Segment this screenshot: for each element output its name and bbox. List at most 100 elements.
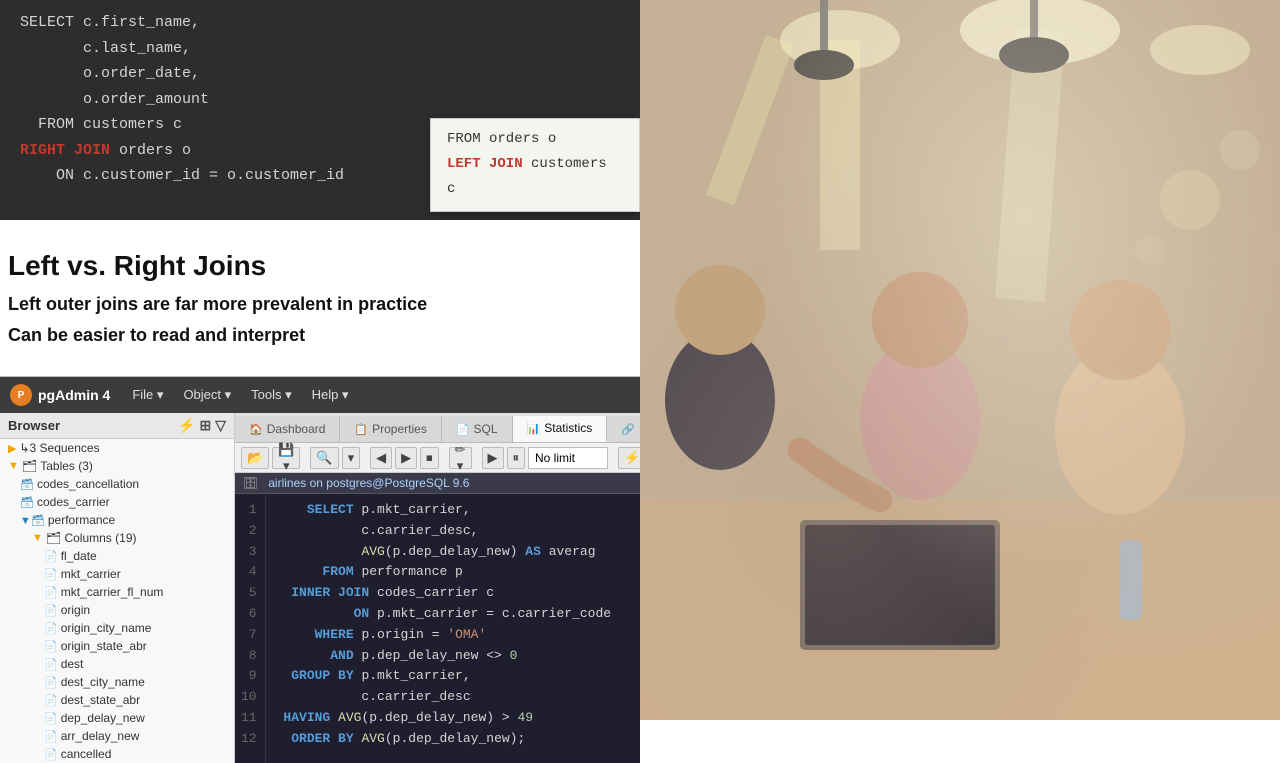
tree-col-cancelled[interactable]: 📄 cancelled — [0, 745, 234, 763]
ln-2: 2 — [241, 521, 257, 542]
text-section: Left vs. Right Joins Left outer joins ar… — [0, 220, 640, 376]
query-tabbar: 🗄 airlines on postgres@PostgreSQL 9.6 — [235, 473, 640, 494]
tree-col-dep_delay_new[interactable]: 📄 dep_delay_new — [0, 709, 234, 727]
tab-dashboard[interactable]: 🏠 Dashboard — [235, 416, 340, 442]
col-icon-7: 📄 — [44, 658, 58, 671]
col-icon-3: 📄 — [44, 586, 58, 599]
browser-panel: Browser ⚡ ⊞ ▽ ▶ ↳3 Sequences ▼ 🗂 Tables … — [0, 413, 235, 763]
menu-tools[interactable]: Tools ▾ — [243, 383, 300, 407]
section-line2: Can be easier to read and interpret — [8, 325, 620, 346]
tree-col-dep_delay_new-label: dep_delay_new — [61, 711, 145, 725]
forward-btn[interactable]: ▶ — [395, 447, 417, 469]
filter-btn[interactable]: ▾ — [342, 447, 361, 469]
tree-col-fl_date[interactable]: 📄 fl_date — [0, 547, 234, 565]
tree-codes-cancellation[interactable]: 🗃 codes_cancellation — [0, 475, 234, 493]
tree-sequences-label: ↳3 Sequences — [19, 441, 99, 455]
dashboard-icon: 🏠 — [249, 423, 263, 436]
menu-file[interactable]: File ▾ — [124, 383, 171, 407]
no-limit-input[interactable] — [528, 447, 608, 469]
run2-btn[interactable]: ⏸ — [507, 447, 526, 469]
code-editor[interactable]: 1 2 3 4 5 6 7 8 9 10 11 12 SELECT p.mkt_… — [235, 494, 640, 763]
tree-codes-carrier[interactable]: 🗃 codes_carrier — [0, 493, 234, 511]
browser-icons: ⚡ ⊞ ▽ — [178, 417, 226, 434]
tree-performance[interactable]: ▼🗃 performance — [0, 511, 234, 529]
lightning-btn[interactable]: ⚡ — [618, 447, 640, 469]
browser-tree: ▶ ↳3 Sequences ▼ 🗂 Tables (3) 🗃 codes_ca… — [0, 439, 234, 763]
tab-sql[interactable]: 📄 SQL — [442, 416, 513, 442]
tab-statistics[interactable]: 📊 Statistics — [513, 416, 608, 442]
code-content[interactable]: SELECT p.mkt_carrier, c.carrier_desc, AV… — [266, 494, 640, 763]
refresh-icon[interactable]: ⚡ — [178, 417, 195, 434]
ln-8: 8 — [241, 646, 257, 667]
code-line-4: o.order_amount — [20, 87, 620, 113]
tree-col-dest_city_name[interactable]: 📄 dest_city_name — [0, 673, 234, 691]
line-numbers: 1 2 3 4 5 6 7 8 9 10 11 12 — [235, 494, 266, 763]
ln-3: 3 — [241, 542, 257, 563]
ln-5: 5 — [241, 583, 257, 604]
pgadmin-section: P pgAdmin 4 File ▾ Object ▾ Tools ▾ Help… — [0, 376, 640, 763]
tree-col-fl_date-label: fl_date — [61, 549, 97, 563]
browser-label: Browser — [8, 418, 60, 433]
filter-icon[interactable]: ▽ — [215, 417, 226, 434]
photo-background — [640, 0, 1280, 720]
tree-col-mkt_carrier[interactable]: 📄 mkt_carrier — [0, 565, 234, 583]
tree-columns[interactable]: ▼ 🗂 Columns (19) — [0, 529, 234, 547]
join-tooltip: FROM orders o LEFT JOIN customers c — [430, 118, 640, 212]
tree-columns-label: 🗂 Columns (19) — [46, 531, 137, 545]
ln-9: 9 — [241, 666, 257, 687]
tree-tables[interactable]: ▼ 🗂 Tables (3) — [0, 457, 234, 475]
ln-10: 10 — [241, 687, 257, 708]
tree-col-arr_delay_new-label: arr_delay_new — [61, 729, 140, 743]
col-icon-1: 📄 — [44, 550, 58, 563]
tree-col-origin_city_name-label: origin_city_name — [61, 621, 152, 635]
col-icon-10: 📄 — [44, 712, 58, 725]
col-icon-8: 📄 — [44, 676, 58, 689]
pgadmin-title: pgAdmin 4 — [38, 387, 110, 403]
tooltip-line2: LEFT JOIN customers c — [447, 152, 623, 202]
tree-col-dest_city_name-label: dest_city_name — [61, 675, 145, 689]
tree-col-arr_delay_new[interactable]: 📄 arr_delay_new — [0, 727, 234, 745]
ln-1: 1 — [241, 500, 257, 521]
tab-properties[interactable]: 📋 Properties — [340, 416, 441, 442]
sql-tabs: 🏠 Dashboard 📋 Properties 📄 SQL 📊 Statist… — [235, 413, 640, 443]
tab-sql-label: SQL — [474, 422, 498, 436]
tree-col-origin_state_abr[interactable]: 📄 origin_state_abr — [0, 637, 234, 655]
tree-performance-label: performance — [48, 513, 115, 527]
stop-btn[interactable]: ⏹ — [420, 447, 439, 469]
col-icon-9: 📄 — [44, 694, 58, 707]
tab-dependencies[interactable]: 🔗 Dependencies — [607, 416, 640, 442]
save-btn[interactable]: 💾 ▾ — [272, 447, 300, 469]
grid-icon[interactable]: ⊞ — [199, 417, 211, 434]
tree-col-mkt_carrier-label: mkt_carrier — [61, 567, 121, 581]
tree-col-origin-label: origin — [61, 603, 90, 617]
folder-icon-2: ▼ — [8, 460, 19, 472]
menu-object[interactable]: Object ▾ — [175, 383, 239, 407]
tree-tables-label: 🗂 Tables (3) — [22, 459, 93, 473]
menu-help[interactable]: Help ▾ — [304, 383, 357, 407]
photo-overlay — [640, 0, 1280, 720]
sql-toolbar: 📂 💾 ▾ 🔍 ▾ ◀ ▶ ⏹ ✏ ▾ ▶ ⏸ ⚡ — [235, 443, 640, 473]
ln-11: 11 — [241, 708, 257, 729]
tree-col-dest_state_abr-label: dest_state_abr — [61, 693, 140, 707]
tree-col-origin[interactable]: 📄 origin — [0, 601, 234, 619]
edit-btn[interactable]: ✏ ▾ — [449, 447, 472, 469]
tree-sequences[interactable]: ▶ ↳3 Sequences — [0, 439, 234, 457]
query-tab-label: airlines on postgres@PostgreSQL 9.6 — [268, 476, 469, 490]
pgadmin-topbar: P pgAdmin 4 File ▾ Object ▾ Tools ▾ Help… — [0, 377, 640, 413]
open-btn[interactable]: 📂 — [241, 447, 269, 469]
tab-dashboard-label: Dashboard — [267, 422, 326, 436]
tree-col-origin_city_name[interactable]: 📄 origin_city_name — [0, 619, 234, 637]
left-panel: SELECT c.first_name, c.last_name, o.orde… — [0, 0, 640, 720]
tree-codes-carrier-label: codes_carrier — [37, 495, 110, 509]
tree-col-dest[interactable]: 📄 dest — [0, 655, 234, 673]
tree-col-origin_state_abr-label: origin_state_abr — [61, 639, 147, 653]
tree-col-mkt_carrier_fl_num[interactable]: 📄 mkt_carrier_fl_num — [0, 583, 234, 601]
tooltip-line1: FROM orders o — [447, 127, 623, 152]
back-btn[interactable]: ◀ — [370, 447, 392, 469]
tree-col-dest_state_abr[interactable]: 📄 dest_state_abr — [0, 691, 234, 709]
ln-6: 6 — [241, 604, 257, 625]
run-btn[interactable]: ▶ — [482, 447, 504, 469]
code-line-3: o.order_date, — [20, 61, 620, 87]
right-panel — [640, 0, 1280, 720]
search-btn[interactable]: 🔍 — [310, 447, 338, 469]
